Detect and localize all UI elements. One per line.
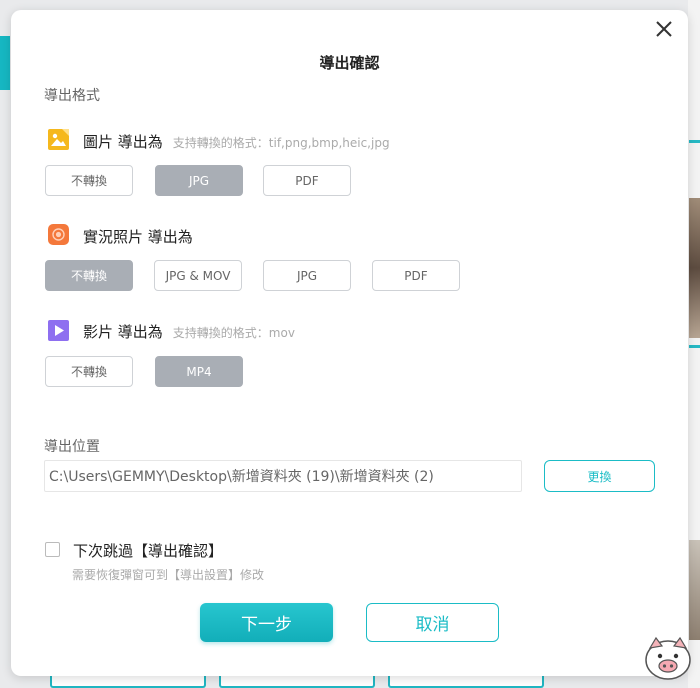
image-option-jpg[interactable]: JPG [155,165,243,196]
live-photo-icon [48,224,69,245]
video-option-mp4[interactable]: MP4 [155,356,243,387]
skip-next-hint: 需要恢復彈窗可到【導出設置】修改 [72,568,265,582]
live-option-jpg-mov[interactable]: JPG & MOV [154,260,242,291]
pig-mascot-logo [645,636,691,680]
image-export-label: 圖片 導出為 [83,133,163,151]
background-divider [689,140,700,143]
live-option-pdf[interactable]: PDF [372,260,460,291]
background-thumbnail-frame [50,676,206,688]
cancel-button[interactable]: 取消 [366,603,499,642]
video-option-no-convert[interactable]: 不轉換 [45,356,133,387]
video-export-label: 影片 導出為 [83,323,163,341]
export-confirm-dialog: 導出確認 導出格式 圖片 導出為 支持轉換的格式：tif,png,bmp,heic… [11,10,688,676]
background-photo-thumbnail [689,540,700,640]
image-option-no-convert[interactable]: 不轉換 [45,165,133,196]
next-button[interactable]: 下一步 [200,603,333,642]
image-option-pdf[interactable]: PDF [263,165,351,196]
background-photo-thumbnail [689,198,700,338]
background-app-accent [0,36,10,90]
background-thumbnail-frame [219,676,375,688]
video-export-row-label: 影片 導出為 支持轉換的格式：mov [83,321,295,342]
background-thumbnail-frame [388,676,544,688]
video-format-hint: 支持轉換的格式：mov [172,326,295,340]
image-format-hint: 支持轉換的格式：tif,png,bmp,heic,jpg [172,136,390,150]
export-location-label: 導出位置 [44,439,100,455]
background-divider [689,345,700,348]
close-button[interactable] [653,18,675,40]
live-export-label: 實況照片 導出為 [83,228,193,246]
export-path-input[interactable] [44,460,522,492]
skip-next-checkbox[interactable] [45,542,60,557]
change-location-button[interactable]: 更換 [544,460,655,492]
live-option-jpg[interactable]: JPG [263,260,351,291]
video-play-icon [48,320,69,341]
image-export-row-label: 圖片 導出為 支持轉換的格式：tif,png,bmp,heic,jpg [83,131,390,152]
close-icon [656,21,672,37]
live-option-no-convert[interactable]: 不轉換 [45,260,133,291]
image-icon [48,129,69,150]
dialog-title: 導出確認 [319,54,380,72]
skip-next-label[interactable]: 下次跳過【導出確認】 [73,540,223,561]
export-format-label: 導出格式 [44,88,100,104]
